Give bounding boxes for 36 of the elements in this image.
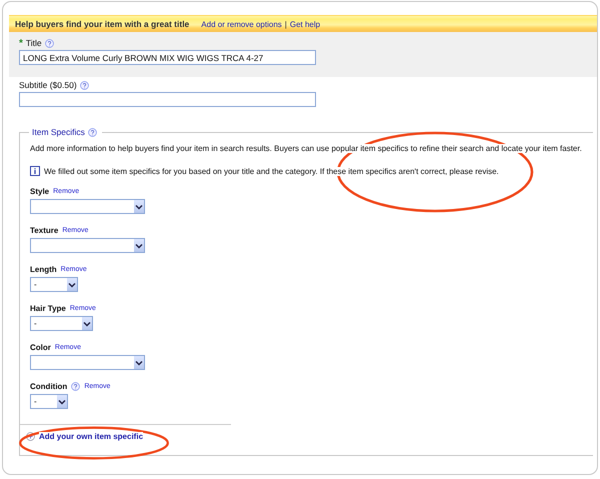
required-mark: * <box>19 38 23 48</box>
help-icon[interactable] <box>88 128 97 137</box>
dropdown[interactable] <box>30 355 145 370</box>
dropdown[interactable] <box>30 199 145 214</box>
field-label: Subtitle ($0.50) <box>19 80 77 90</box>
field-label: Color <box>30 342 51 352</box>
chevron-icon <box>135 242 143 248</box>
link-separator: | <box>284 20 287 28</box>
dropdown[interactable] <box>30 238 145 253</box>
plus-icon <box>26 432 35 441</box>
info-icon <box>30 166 40 176</box>
title-input[interactable]: LONG Extra Volume Curly BROWN MIX WIG WIGS TRCA 4-27 <box>19 50 316 65</box>
header-link[interactable]: Get help <box>290 20 320 28</box>
section-title: Help buyers find your item with a great title <box>15 19 190 29</box>
dropdown[interactable]: - <box>30 394 68 409</box>
chevron-icon <box>83 320 91 326</box>
subtitle-input[interactable] <box>19 92 316 107</box>
chevron-icon <box>135 360 143 366</box>
panel-legend: Item Specifics <box>32 127 85 138</box>
field-label: Title <box>26 38 42 48</box>
chevron-icon <box>58 398 66 404</box>
field-label: Length <box>30 264 57 274</box>
chevron-icon <box>135 204 143 210</box>
help-icon[interactable] <box>44 38 54 48</box>
field-label: Condition <box>30 382 68 390</box>
help-icon[interactable] <box>71 382 80 390</box>
field-label: Texture <box>30 226 58 234</box>
dropdown[interactable]: - <box>30 316 93 331</box>
field-label: Hair Type <box>30 304 66 312</box>
intro-text: Add more information to help buyers find your item in search results. Buyers can use popular item specifics to refine their search and locate your item faster. <box>30 144 583 153</box>
header-link[interactable]: Add or remove options <box>201 20 282 28</box>
dropdown[interactable]: - <box>30 277 78 292</box>
field-label: Style <box>30 186 50 196</box>
chevron-icon <box>68 282 76 288</box>
info-text: We filled out some item specifics for you based on your title and the category. If these item specifics aren't correct, please revise. <box>44 166 499 176</box>
help-icon[interactable] <box>80 80 89 90</box>
